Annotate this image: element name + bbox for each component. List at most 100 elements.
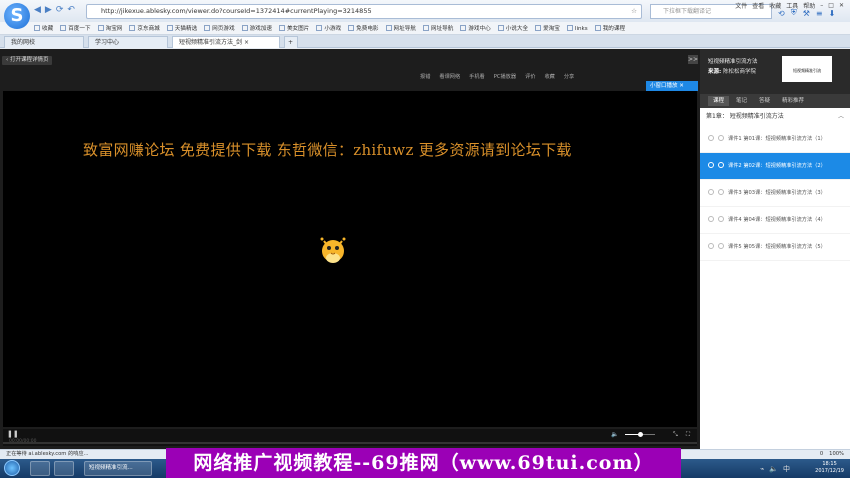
lesson-item[interactable]: 课件5 第05课：短视频精准引流方法（5）	[700, 234, 850, 261]
bookmark-item[interactable]: 游戏加速	[241, 24, 272, 32]
speaker-icon[interactable]: 🔈	[769, 465, 778, 473]
bookmark-item[interactable]: links	[566, 24, 588, 32]
taskbar-folder-icon[interactable]	[54, 461, 74, 476]
tab-notes[interactable]: 笔记	[731, 96, 752, 106]
star-icon[interactable]: ☆	[631, 5, 637, 18]
bookmark-item[interactable]: 免费电影	[348, 24, 379, 32]
back-to-course-button[interactable]: ‹ 打开课程详情页	[2, 56, 53, 65]
lesson-list: 课件1 第01课：短视频精准引流方法（1） 课件2 第02课：短视频精准引流方法…	[700, 126, 850, 449]
video-area[interactable]: 致富网赚论坛 免费提供下载 东哲微信：zhifuwz 更多资源请到论坛下载	[3, 91, 697, 427]
play-icon	[718, 162, 724, 168]
bookmark-item[interactable]: 网页游戏	[204, 24, 235, 32]
taskbar-desktop-icon[interactable]	[30, 461, 50, 476]
course-header: 短视频精准引流方法 来源: 陈松松商学院 短视频精准引流	[700, 49, 850, 89]
lesson-status-icon	[708, 189, 714, 195]
forward-icon[interactable]: ▶	[45, 5, 52, 15]
bookmarks-bar: 收藏 百度一下 淘宝网 京东商城 天猫精选 网页游戏 游戏加速 美女图片 小游戏…	[0, 22, 850, 35]
tab-recommend[interactable]: 精彩推荐	[777, 96, 809, 106]
lesson-item[interactable]: 课件4 第04课：短视频精准引流方法（4）	[700, 207, 850, 234]
course-thumbnail[interactable]: 短视频精准引流	[782, 56, 832, 82]
play-icon	[718, 189, 724, 195]
nav-buttons: ◀ ▶ ⟳ ↶	[34, 5, 75, 15]
sync-icon[interactable]: ⟲	[778, 9, 785, 18]
timecode: 00:00/00:00	[9, 439, 37, 444]
toolbar-icons: ⟲ ⛨ ⚒ ≡ ⬇	[778, 8, 835, 18]
menu-file[interactable]: 文件	[735, 1, 747, 10]
menu-view[interactable]: 查看	[752, 1, 764, 10]
system-clock[interactable]: 18:15 2017/12/19	[815, 461, 844, 475]
bookmark-item[interactable]: 收藏	[34, 24, 53, 32]
bookmark-item[interactable]: 小游戏	[316, 24, 341, 32]
tool-mobile[interactable]: 手机看	[469, 73, 485, 80]
chapter-header[interactable]: 第1章： 短视频精准引流方法 ︿	[700, 108, 850, 126]
close-tab-icon[interactable]: ×	[244, 39, 249, 46]
shield-icon[interactable]: ⛨	[791, 8, 797, 18]
bookmark-item[interactable]: 游戏中心	[460, 24, 491, 32]
bookmark-item[interactable]: 网址导航	[385, 24, 416, 32]
expand-sidebar-button[interactable]: >>	[688, 55, 698, 64]
player-right-controls: ⤡ ⛶	[673, 431, 690, 439]
menu-icon[interactable]: ≡	[816, 9, 823, 18]
play-icon	[718, 135, 724, 141]
lesson-status-icon	[708, 162, 714, 168]
volume-knob[interactable]	[638, 432, 643, 437]
bookmark-item[interactable]: 我的课程	[594, 24, 625, 32]
tool-share[interactable]: 分享	[564, 73, 574, 80]
new-tab-button[interactable]: +	[284, 36, 298, 48]
bookmark-item[interactable]: 爱淘宝	[535, 24, 560, 32]
start-button[interactable]	[4, 460, 20, 476]
ime-icon[interactable]: 中	[783, 464, 790, 474]
lesson-item[interactable]: 课件3 第03课：短视频精准引流方法（3）	[700, 180, 850, 207]
address-url[interactable]: http://jikexue.ablesky.com/viewer.do?cou…	[101, 7, 372, 15]
tab-bar: 我的网校 学习中心 短视频精准引流方法_剑 × +	[0, 35, 850, 48]
bookmark-item[interactable]: 天猫精选	[166, 24, 197, 32]
taskbar-browser-item[interactable]: 短视频精准引流...	[84, 461, 152, 476]
tool-favorite[interactable]: 收藏	[544, 73, 554, 80]
play-icon	[718, 216, 724, 222]
tab-home[interactable]: 我的网校	[4, 36, 84, 48]
bookmark-item[interactable]: 美女图片	[278, 24, 309, 32]
tab-learning-center[interactable]: 学习中心	[88, 36, 168, 48]
seek-bar[interactable]: 00:00/00:00	[3, 439, 697, 446]
lesson-item-active[interactable]: 课件2 第02课：短视频精准引流方法（2）	[700, 153, 850, 180]
address-bar[interactable]: http://jikexue.ablesky.com/viewer.do?cou…	[86, 4, 642, 19]
mini-window-button[interactable]: 小窗口播放 ✕	[646, 81, 698, 91]
volume-icon[interactable]: 🔈	[611, 431, 618, 438]
zoom-level[interactable]: 100%	[829, 450, 844, 459]
play-pause-icon[interactable]: ❚❚	[7, 430, 19, 438]
refresh-icon[interactable]: ⟳	[56, 5, 64, 15]
tool-pc-player[interactable]: PC播放器	[494, 73, 516, 80]
bookmark-item[interactable]: 网址导航	[422, 24, 453, 32]
status-text: 正在等待 ai.ablesky.com 的响应...	[6, 451, 89, 457]
bookmark-item[interactable]: 百度一下	[60, 24, 91, 32]
loading-mascot-icon	[320, 237, 346, 263]
tool-rate[interactable]: 评价	[525, 73, 535, 80]
player-toolstrip: 报错 看课网络 手机看 PC播放器 评价 收藏 分享	[420, 73, 574, 80]
fullscreen-icon[interactable]: ⛶	[686, 431, 690, 439]
widescreen-icon[interactable]: ⤡	[673, 431, 678, 439]
sidebar-tabs: 课程 笔记 答疑 精彩推荐	[700, 94, 850, 108]
close-icon[interactable]: ✕	[839, 2, 844, 9]
tab-course-active[interactable]: 短视频精准引流方法_剑 ×	[172, 36, 280, 48]
tool-network[interactable]: 看课网络	[439, 73, 460, 80]
bookmark-item[interactable]: 淘宝网	[97, 24, 122, 32]
bookmark-item[interactable]: 京东商城	[129, 24, 160, 32]
tools-icon[interactable]: ⚒	[803, 9, 810, 18]
bookmark-item[interactable]: 小说大全	[497, 24, 528, 32]
lesson-status-icon	[708, 243, 714, 249]
tool-report[interactable]: 报错	[420, 73, 430, 80]
video-watermark: 致富网赚论坛 免费提供下载 东哲微信：zhifuwz 更多资源请到论坛下载	[83, 141, 572, 159]
chevron-up-icon[interactable]: ︿	[838, 108, 844, 126]
browser-logo-icon[interactable]: S	[4, 3, 30, 29]
lesson-status-icon	[708, 216, 714, 222]
tab-qa[interactable]: 答疑	[754, 96, 775, 106]
download-icon[interactable]: ⬇	[829, 9, 836, 18]
network-icon[interactable]: ⌁	[760, 465, 764, 473]
undo-icon[interactable]: ↶	[67, 5, 75, 15]
tab-course[interactable]: 课程	[708, 96, 730, 106]
course-sidebar: 短视频精准引流方法 来源: 陈松松商学院 短视频精准引流 课程 笔记 答疑 精彩…	[700, 49, 850, 449]
close-icon[interactable]: ✕	[679, 83, 684, 89]
player-controls: ❚❚ 🔈 ⤡ ⛶	[3, 429, 697, 440]
back-icon[interactable]: ◀	[34, 5, 41, 15]
lesson-item[interactable]: 课件1 第01课：短视频精准引流方法（1）	[700, 126, 850, 153]
